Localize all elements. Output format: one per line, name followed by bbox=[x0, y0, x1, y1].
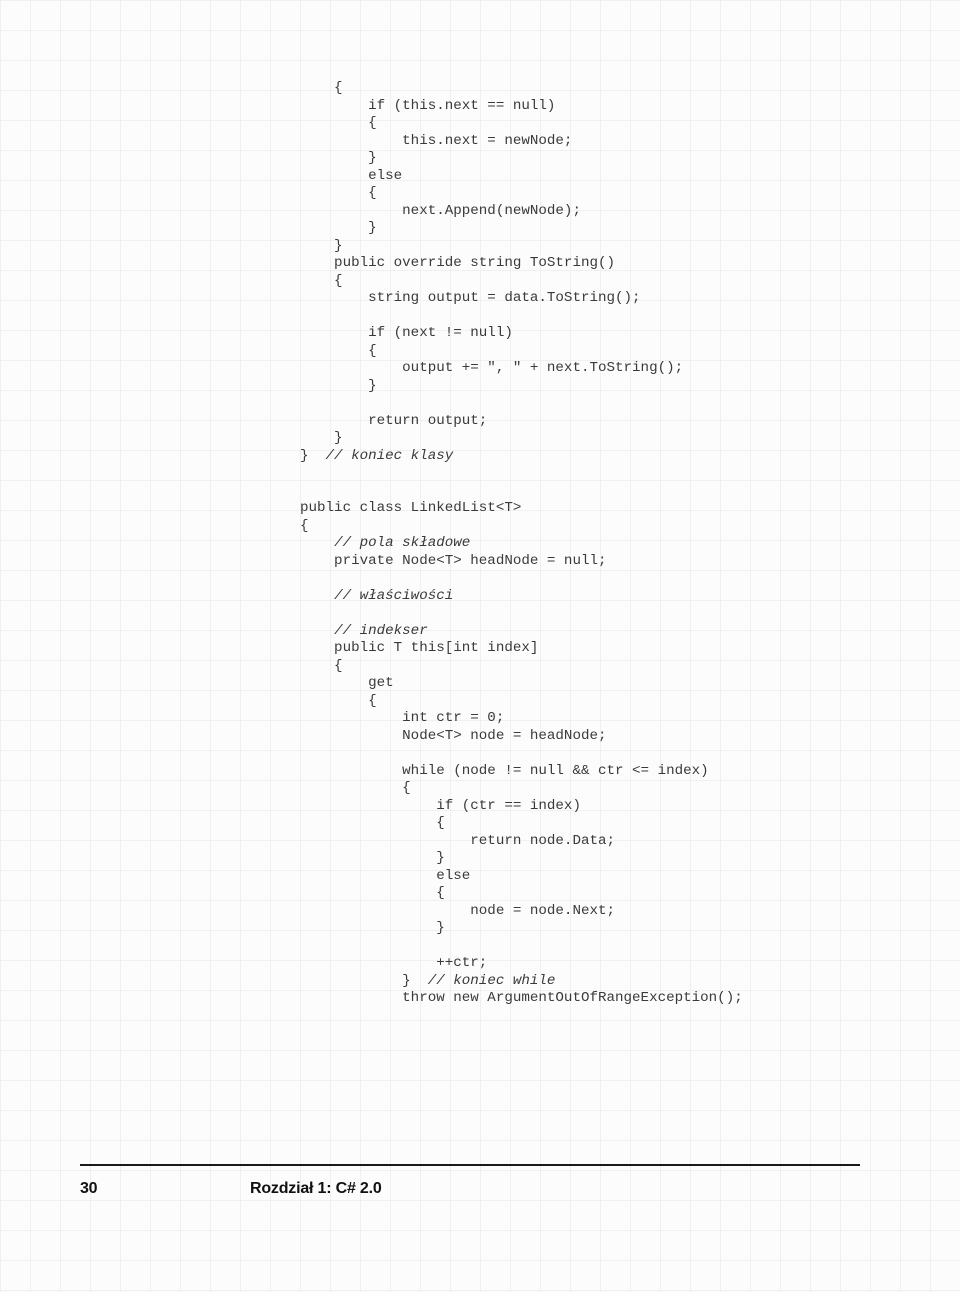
code-line bbox=[300, 588, 334, 604]
code-line: else bbox=[300, 168, 402, 184]
code-line: return output; bbox=[300, 413, 487, 429]
code-line: public T this[int index] bbox=[300, 640, 538, 656]
code-line: output += ", " + next.ToString(); bbox=[300, 360, 683, 376]
code-listing: { if (this.next == null) { this.next = n… bbox=[300, 80, 900, 1008]
code-line: } bbox=[300, 430, 343, 446]
code-line: string output = data.ToString(); bbox=[300, 290, 641, 306]
code-line: private Node<T> headNode = null; bbox=[300, 553, 607, 569]
code-line: { bbox=[300, 343, 377, 359]
code-line bbox=[300, 535, 334, 551]
code-line: { bbox=[300, 780, 411, 796]
code-line: } bbox=[300, 850, 445, 866]
code-line: { bbox=[300, 518, 309, 534]
code-comment: // koniec klasy bbox=[326, 448, 454, 464]
code-line: int ctr = 0; bbox=[300, 710, 504, 726]
code-line: if (ctr == index) bbox=[300, 798, 581, 814]
page-footer: 30 Rozdział 1: C# 2.0 bbox=[80, 1164, 860, 1198]
code-line: get bbox=[300, 675, 394, 691]
code-line: { bbox=[300, 80, 343, 96]
code-line: } bbox=[300, 448, 326, 464]
code-line: { bbox=[300, 693, 377, 709]
code-line: while (node != null && ctr <= index) bbox=[300, 763, 709, 779]
code-line: } bbox=[300, 378, 377, 394]
code-comment: // pola składowe bbox=[334, 535, 470, 551]
code-line: Node<T> node = headNode; bbox=[300, 728, 607, 744]
code-line: { bbox=[300, 185, 377, 201]
code-line: { bbox=[300, 273, 343, 289]
code-line bbox=[300, 623, 334, 639]
code-line: ++ctr; bbox=[300, 955, 487, 971]
code-line: if (next != null) bbox=[300, 325, 513, 341]
code-line: next.Append(newNode); bbox=[300, 203, 581, 219]
code-comment: // indekser bbox=[334, 623, 428, 639]
code-comment: // koniec while bbox=[428, 973, 556, 989]
code-line: else bbox=[300, 868, 470, 884]
code-line: { bbox=[300, 885, 445, 901]
code-line: } bbox=[300, 920, 445, 936]
code-line: } bbox=[300, 238, 343, 254]
code-line: public class LinkedList<T> bbox=[300, 500, 521, 516]
code-line: { bbox=[300, 815, 445, 831]
code-line: } bbox=[300, 150, 377, 166]
code-line: public override string ToString() bbox=[300, 255, 615, 271]
code-line: return node.Data; bbox=[300, 833, 615, 849]
code-line: { bbox=[300, 115, 377, 131]
code-comment: // właściwości bbox=[334, 588, 453, 604]
code-line: this.next = newNode; bbox=[300, 133, 572, 149]
code-line: if (this.next == null) bbox=[300, 98, 555, 114]
chapter-title: Rozdział 1: C# 2.0 bbox=[250, 1180, 382, 1198]
code-line: throw new ArgumentOutOfRangeException(); bbox=[300, 990, 743, 1006]
code-line: } bbox=[300, 220, 377, 236]
code-line: } bbox=[300, 973, 428, 989]
code-line: { bbox=[300, 658, 343, 674]
code-line: node = node.Next; bbox=[300, 903, 615, 919]
page-number: 30 bbox=[80, 1180, 250, 1198]
